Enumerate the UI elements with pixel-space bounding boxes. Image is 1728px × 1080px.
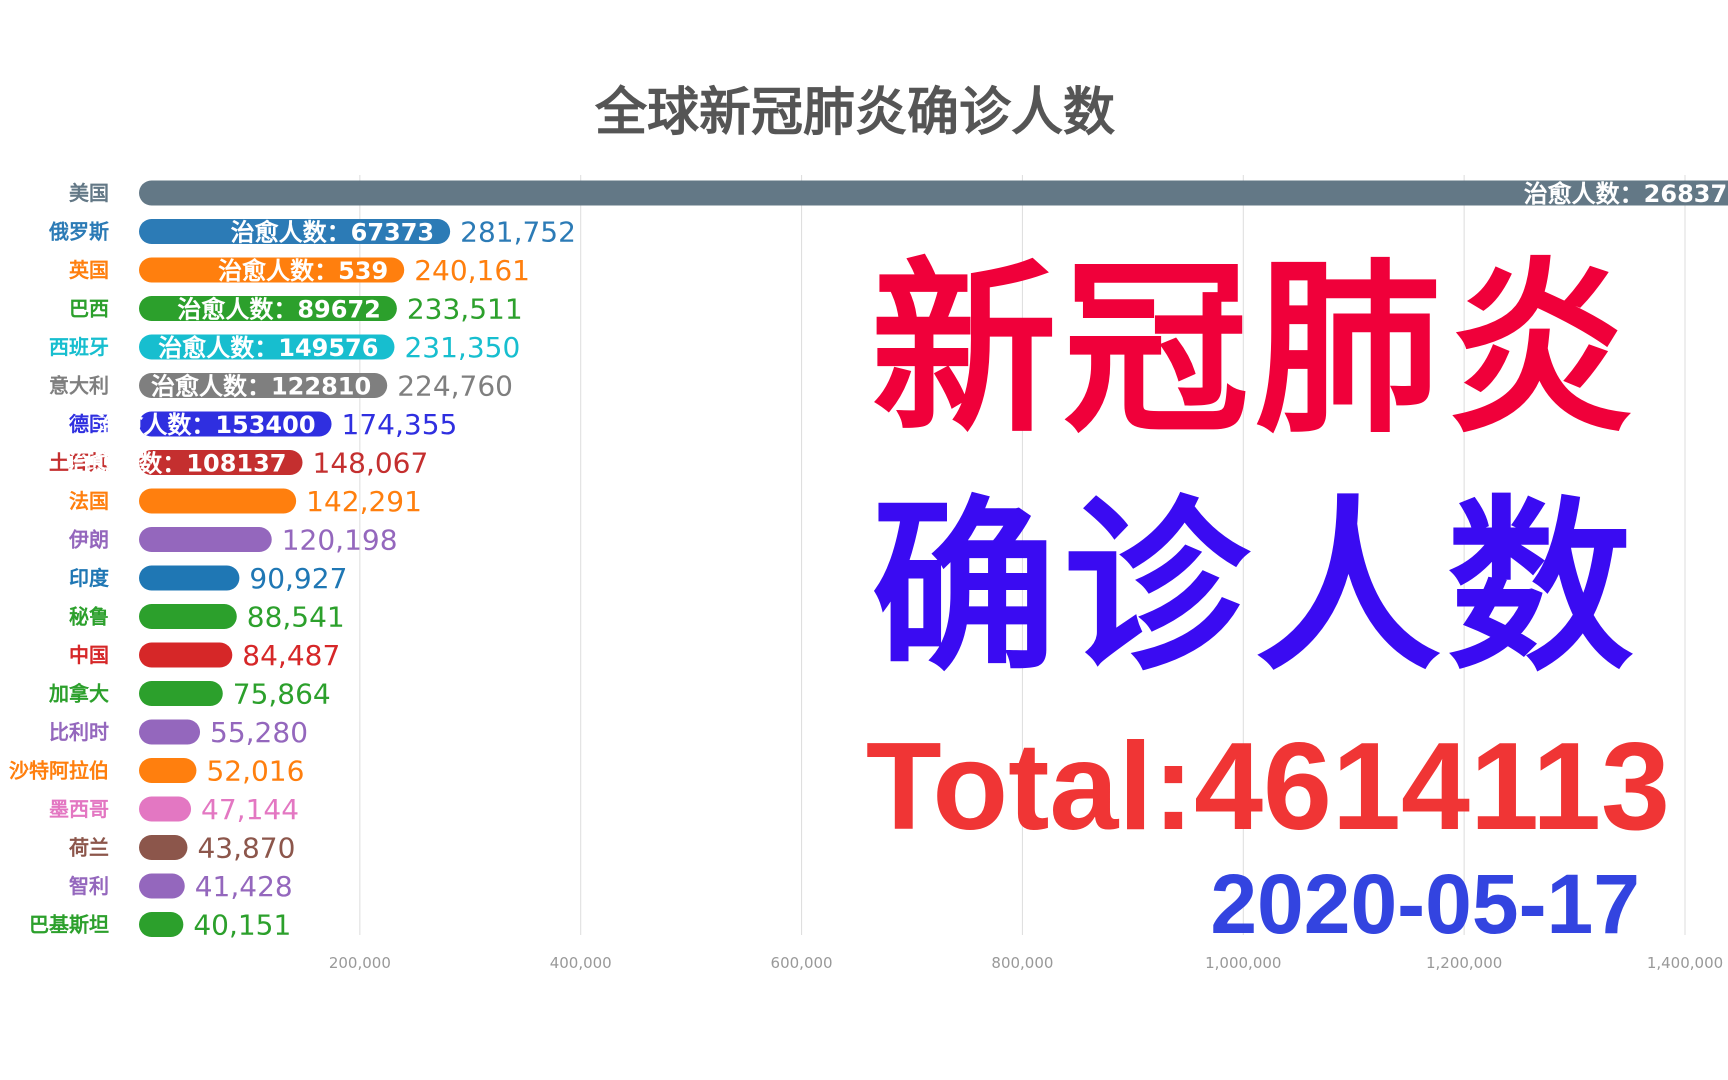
bar-row: 墨西哥 47,144	[49, 793, 299, 826]
category-label: 秘鲁	[69, 605, 109, 629]
value-label: 43,870	[197, 832, 295, 865]
bar-row: 巴基斯坦 40,151	[29, 909, 291, 942]
bar-row: 英国 治愈人数：539 240,161	[69, 254, 530, 287]
bar	[139, 180, 1728, 206]
bar-row: 沙特阿拉伯 52,016	[9, 755, 304, 788]
category-label: 沙特阿拉伯	[9, 759, 109, 783]
category-label: 荷兰	[69, 836, 109, 860]
category-label: 加拿大	[48, 682, 109, 706]
x-tick-label: 800,000	[991, 954, 1053, 972]
recovered-label: 治愈人数：89672	[177, 296, 381, 324]
category-label: 中国	[69, 643, 109, 667]
bar	[139, 527, 272, 552]
bar	[139, 642, 233, 668]
bar	[139, 912, 184, 937]
recovered-label: 治愈人数：67373	[231, 219, 435, 247]
value-label: 120,198	[282, 524, 398, 557]
category-label: 智利	[69, 874, 109, 898]
category-label: 比利时	[49, 720, 109, 744]
bar-row: 德国治愈人数：153400 174,355	[69, 408, 457, 441]
value-label: 233,511	[407, 293, 523, 326]
bar-row: 伊朗 120,198	[68, 524, 398, 557]
category-label: 西班牙	[49, 335, 109, 359]
bar	[139, 719, 201, 745]
x-tick-label: 200,000	[329, 954, 391, 972]
recovered-label: 治愈人数：539	[218, 257, 388, 285]
category-label: 英国	[69, 258, 109, 282]
value-label: 231,350	[404, 331, 520, 364]
bar-row: 意大利 治愈人数：122810 224,760	[49, 370, 513, 403]
overlay-headline-1: 新冠肺炎	[870, 241, 1639, 458]
bar-row: 智利 41,428	[69, 870, 293, 903]
bar-row: 秘鲁 88,541	[69, 601, 345, 634]
bar-row: 土耳其治愈人数：108137 148,067	[49, 447, 428, 480]
category-label: 俄罗斯	[48, 220, 109, 244]
value-label: 47,144	[201, 793, 299, 826]
x-tick-label: 1,200,000	[1426, 954, 1502, 972]
bar	[139, 796, 192, 822]
value-label: 88,541	[247, 601, 345, 634]
recovered-label: 治愈人数：108137	[66, 450, 286, 478]
x-tick-label: 1,000,000	[1205, 954, 1281, 972]
value-label: 84,487	[242, 639, 340, 672]
x-tick-label: 400,000	[550, 954, 612, 972]
chart-title: 全球新冠肺炎确诊人数	[594, 83, 1115, 143]
bar-row: 美国治愈人数：2683761,467,820	[69, 180, 1728, 208]
value-label: 281,752	[460, 216, 576, 249]
recovered-label: 治愈人数：122810	[151, 373, 371, 401]
bar	[139, 488, 297, 514]
recovered-label: 治愈人数：268376	[1524, 180, 1728, 208]
bar-row: 中国 84,487	[69, 639, 340, 672]
category-label: 伊朗	[68, 528, 109, 552]
overlay-headline-2: 确诊人数	[870, 479, 1639, 696]
value-label: 142,291	[306, 485, 422, 518]
bar-row: 巴西 治愈人数：89672 233,511	[69, 293, 523, 326]
total-count: Total:4614113	[865, 718, 1670, 856]
value-label: 75,864	[233, 678, 331, 711]
category-label: 巴西	[69, 297, 109, 321]
bar-row: 西班牙 治愈人数：149576 231,350	[49, 331, 520, 364]
value-label: 224,760	[397, 370, 513, 403]
category-label: 美国	[69, 181, 109, 205]
bar-row: 加拿大 75,864	[48, 678, 331, 711]
value-label: 55,280	[210, 716, 308, 749]
bar-row: 法国 142,291	[69, 485, 422, 518]
value-label: 148,067	[313, 447, 429, 480]
x-tick-label: 600,000	[771, 954, 833, 972]
category-label: 法国	[69, 489, 109, 513]
value-label: 40,151	[193, 909, 291, 942]
value-label: 90,927	[249, 562, 347, 595]
bar-row: 比利时 55,280	[49, 716, 308, 749]
bar-row: 俄罗斯 治愈人数：67373 281,752	[48, 216, 576, 249]
category-label: 墨西哥	[49, 797, 109, 821]
bar-row: 印度 90,927	[69, 562, 347, 595]
value-label: 240,161	[414, 254, 530, 287]
value-label: 41,428	[195, 870, 293, 903]
bar	[139, 873, 185, 899]
value-label: 174,355	[342, 408, 458, 441]
bar	[139, 758, 197, 783]
bar	[139, 835, 188, 860]
date-label: 2020-05-17	[1210, 857, 1640, 951]
bar-row: 荷兰 43,870	[69, 832, 295, 865]
bar	[139, 681, 223, 706]
category-label: 意大利	[49, 374, 109, 398]
recovered-label: 治愈人数：149576	[158, 334, 378, 362]
x-tick-label: 1,400,000	[1647, 954, 1723, 972]
category-label: 印度	[69, 566, 110, 590]
bar	[139, 565, 240, 591]
x-axis: 200,000 400,000 600,000 800,000 1,000,000 1,2…	[329, 954, 1723, 972]
bar	[139, 604, 237, 629]
value-label: 52,016	[206, 755, 304, 788]
recovered-label: 治愈人数：153400	[95, 411, 315, 439]
category-label: 巴基斯坦	[29, 913, 109, 937]
